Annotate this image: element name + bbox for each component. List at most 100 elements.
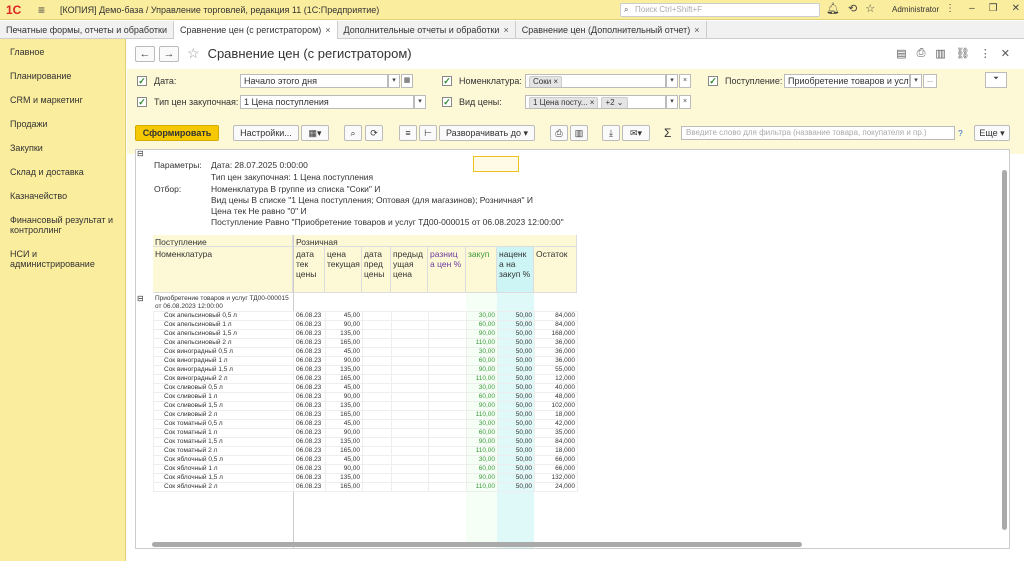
- find-next-icon[interactable]: ⟳: [365, 125, 383, 141]
- close-form-icon[interactable]: ✕: [1001, 47, 1010, 60]
- close-tab-icon[interactable]: ×: [694, 25, 699, 35]
- date-field[interactable]: Начало этого дня: [240, 74, 388, 88]
- calendar-icon[interactable]: ▦: [401, 74, 413, 88]
- nomenclature-checkbox[interactable]: ✓: [442, 76, 452, 86]
- ungroup-icon[interactable]: ⊢: [419, 125, 437, 141]
- table-row[interactable]: Сок виноградный 1 л 06.08.23 90,00 60,00 50,…: [153, 356, 578, 366]
- group-icon[interactable]: ≡: [399, 125, 417, 141]
- help-icon[interactable]: ?: [958, 128, 963, 138]
- table-row[interactable]: Сок томатный 1 л 06.08.23 90,00 60,00 50,00 3…: [153, 428, 578, 438]
- global-search-input[interactable]: ⌕ Поиск Ctrl+Shift+F: [620, 3, 820, 17]
- sidebar-item-main[interactable]: Главное: [0, 39, 125, 63]
- close-icon[interactable]: ✕: [1012, 3, 1020, 14]
- table-row[interactable]: Сок сливовый 1,5 л 06.08.23 135,00 90,00 50,…: [153, 401, 578, 411]
- table-row[interactable]: Сок сливовый 1 л 06.08.23 90,00 60,00 50,00 4…: [153, 392, 578, 402]
- forward-button[interactable]: →: [159, 45, 179, 62]
- table-row[interactable]: Сок томатный 2 л 06.08.23 165,00 110,00 50,0…: [153, 446, 578, 456]
- sidebar-item-sales[interactable]: Продажи: [0, 111, 125, 135]
- pricekind-field[interactable]: 1 Цена посту... × +2 ⌄: [525, 95, 666, 109]
- table-row[interactable]: Сок сливовый 0,5 л 06.08.23 45,00 30,00 50,0…: [153, 383, 578, 393]
- star-icon[interactable]: ☆: [865, 2, 875, 15]
- horizontal-scrollbar[interactable]: [142, 540, 1002, 548]
- expand-button[interactable]: Разворачивать до ▾: [439, 125, 535, 141]
- settings-button[interactable]: Настройки...: [233, 125, 299, 141]
- sidebar-item-crm[interactable]: CRM и маркетинг: [0, 87, 125, 111]
- table-row[interactable]: Сок яблочный 2 л 06.08.23 165,00 110,00 50,0…: [153, 482, 578, 492]
- more-button[interactable]: Еще ▾: [974, 125, 1010, 141]
- table-row[interactable]: Сок яблочный 1,5 л 06.08.23 135,00 90,00 50,…: [153, 473, 578, 483]
- table-row[interactable]: Сок томатный 1,5 л 06.08.23 135,00 90,00 50,…: [153, 437, 578, 447]
- filter-icon[interactable]: ⏷: [985, 72, 1007, 88]
- print-button-icon[interactable]: ⎙: [550, 125, 568, 141]
- more-icon[interactable]: ⋮: [980, 47, 991, 60]
- close-tab-icon[interactable]: ×: [325, 25, 330, 35]
- sidebar-item-admin[interactable]: НСИ и администрирование: [0, 241, 125, 275]
- sidebar-item-finance[interactable]: Финансовый результат и контроллинг: [0, 207, 125, 241]
- table-row[interactable]: Сок яблочный 1 л 06.08.23 90,00 60,00 50,00 6…: [153, 464, 578, 474]
- table-cell: 110,00: [466, 374, 498, 384]
- favorite-star-icon[interactable]: ☆: [187, 45, 200, 62]
- tab-print-forms[interactable]: Печатные формы, отчеты и обработки: [0, 21, 174, 39]
- receipt-dropdown-button[interactable]: ▾: [910, 74, 922, 88]
- table-row[interactable]: Сок апельсиновый 1,5 л 06.08.23 135,00 90,0…: [153, 329, 578, 339]
- pricetype-dropdown-button[interactable]: ▾: [414, 95, 426, 109]
- table-row[interactable]: Сок яблочный 0,5 л 06.08.23 45,00 30,00 50,0…: [153, 455, 578, 465]
- generate-button[interactable]: Сформировать: [135, 125, 219, 141]
- pricekind-checkbox[interactable]: ✓: [442, 97, 452, 107]
- menu-icon[interactable]: ≡: [38, 4, 48, 16]
- horizontal-scroll-thumb[interactable]: [152, 542, 802, 547]
- table-row[interactable]: Сок апельсиновый 1 л 06.08.23 90,00 60,00 50…: [153, 320, 578, 330]
- download-icon[interactable]: ⤓: [602, 125, 620, 141]
- nomenclature-field[interactable]: Соки ×: [525, 74, 666, 88]
- receipt-checkbox[interactable]: ✓: [708, 76, 718, 86]
- table-row[interactable]: Сок виноградный 0,5 л 06.08.23 45,00 30,00 5…: [153, 347, 578, 357]
- variant-button[interactable]: ▦▾: [301, 125, 329, 141]
- user-name[interactable]: Administrator: [892, 5, 939, 14]
- tab-price-compare[interactable]: Сравнение цен (с регистратором) ×: [173, 21, 338, 39]
- vertical-scroll-thumb[interactable]: [1002, 170, 1007, 530]
- preview-button-icon[interactable]: ▥: [570, 125, 588, 141]
- receipt-select-button[interactable]: ...: [923, 74, 937, 88]
- table-row[interactable]: Сок сливовый 2 л 06.08.23 165,00 110,00 50,0…: [153, 410, 578, 420]
- nomenclature-dropdown-button[interactable]: ▾: [666, 74, 678, 88]
- sidebar-item-treasury[interactable]: Казначейство: [0, 183, 125, 207]
- pricekind-dropdown-button[interactable]: ▾: [666, 95, 678, 109]
- save-icon[interactable]: ▤: [896, 47, 906, 60]
- report-filter-input[interactable]: Введите слово для фильтра (название това…: [681, 126, 955, 140]
- sidebar-item-purchases[interactable]: Закупки: [0, 135, 125, 159]
- table-row[interactable]: Сок апельсиновый 0,5 л 06.08.23 45,00 30,00…: [153, 311, 578, 321]
- maximize-icon[interactable]: ❐: [989, 3, 998, 14]
- table-row[interactable]: Сок томатный 0,5 л 06.08.23 45,00 30,00 50,0…: [153, 419, 578, 429]
- sidebar-item-warehouse[interactable]: Склад и доставка: [0, 159, 125, 183]
- back-button[interactable]: ←: [135, 45, 155, 62]
- bell-icon[interactable]: 🔔︎: [826, 2, 840, 15]
- tab-price-compare-additional[interactable]: Сравнение цен (Дополнительный отчет) ×: [516, 21, 707, 39]
- collapse-params-icon[interactable]: ⊟: [137, 150, 144, 158]
- vertical-scrollbar[interactable]: [1000, 156, 1009, 544]
- pricetype-checkbox[interactable]: ✓: [137, 97, 147, 107]
- minimize-icon[interactable]: –: [969, 3, 975, 14]
- print-icon[interactable]: ⎙: [917, 47, 926, 60]
- preview-icon[interactable]: ▥: [935, 47, 945, 60]
- collapse-group-icon[interactable]: ⊟: [137, 294, 144, 303]
- sidebar-item-planning[interactable]: Планирование: [0, 63, 125, 87]
- email-icon[interactable]: ✉▾: [622, 125, 650, 141]
- sum-icon[interactable]: Σ: [664, 126, 671, 140]
- table-row[interactable]: Сок апельсиновый 2 л 06.08.23 165,00 110,00…: [153, 338, 578, 348]
- pricekind-clear-button[interactable]: ×: [679, 95, 691, 109]
- close-tab-icon[interactable]: ×: [503, 25, 508, 35]
- history-icon[interactable]: ⟲: [848, 2, 857, 15]
- pricekind-more-tag[interactable]: +2 ⌄: [601, 97, 628, 108]
- link-icon[interactable]: ⛓: [956, 47, 970, 60]
- tab-additional-reports[interactable]: Дополнительные отчеты и обработки ×: [338, 21, 516, 39]
- date-dropdown-button[interactable]: ▾: [388, 74, 400, 88]
- receipt-field[interactable]: Приобретение товаров и услу: [784, 74, 910, 88]
- table-row[interactable]: Сок виноградный 1,5 л 06.08.23 135,00 90,00…: [153, 365, 578, 375]
- table-row[interactable]: Сок виноградный 2 л 06.08.23 165,00 110,00 5…: [153, 374, 578, 384]
- date-checkbox[interactable]: ✓: [137, 76, 147, 86]
- settings-icon[interactable]: ⋮: [945, 3, 955, 14]
- pricetype-field[interactable]: 1 Цена поступления: [240, 95, 414, 109]
- selected-cell[interactable]: [473, 156, 519, 172]
- nomenclature-clear-button[interactable]: ×: [679, 74, 691, 88]
- find-icon[interactable]: ⌕: [344, 125, 362, 141]
